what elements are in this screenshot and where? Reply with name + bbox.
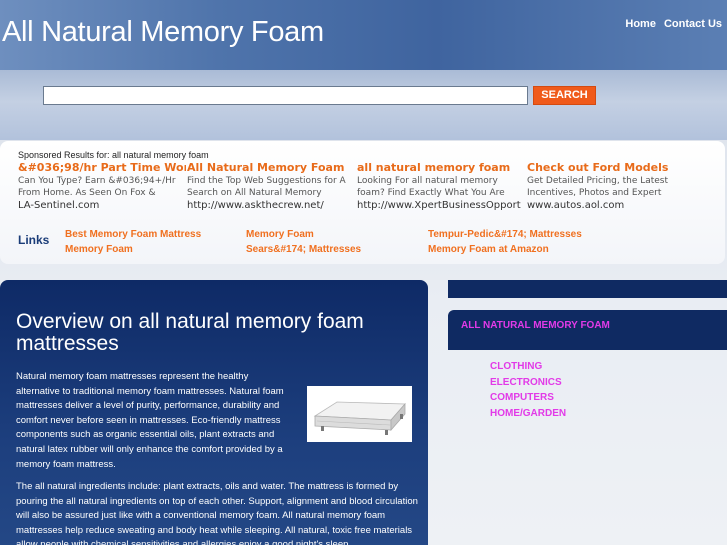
nav-contact-link[interactable]: Contact Us bbox=[664, 18, 722, 30]
sidebar-box-title[interactable]: ALL NATURAL MEMORY FOAM bbox=[461, 320, 610, 331]
article-paragraph: The all natural ingredients include: pla… bbox=[16, 481, 418, 545]
ad-url[interactable]: http://www.XpertBusinessOpport bbox=[357, 199, 525, 213]
sidebar-box: ALL NATURAL MEMORY FOAM bbox=[448, 310, 727, 350]
ad-title[interactable]: Check out Ford Models bbox=[527, 161, 717, 175]
category-list: CLOTHING ELECTRONICS COMPUTERS HOME/GARD… bbox=[490, 359, 566, 421]
article-paragraph: Natural memory foam mattresses represent… bbox=[16, 371, 284, 470]
mattress-icon bbox=[313, 401, 406, 435]
ad-title[interactable]: &#036;98/hr Part Time Work bbox=[18, 161, 186, 175]
nav-home-link[interactable]: Home bbox=[625, 18, 656, 30]
ad-url[interactable]: http://www.askthecrew.net/ bbox=[187, 199, 355, 213]
related-link[interactable]: Sears&#174; Mattresses bbox=[246, 244, 361, 255]
category-item[interactable]: COMPUTERS bbox=[490, 390, 566, 406]
mattress-image bbox=[307, 386, 412, 442]
related-link[interactable]: Memory Foam bbox=[65, 244, 133, 255]
sponsored-label: Sponsored Results for: all natural memor… bbox=[18, 150, 209, 160]
ad-url[interactable]: LA-Sentinel.com bbox=[18, 199, 186, 213]
related-link[interactable]: Memory Foam at Amazon bbox=[428, 244, 549, 255]
related-link[interactable]: Best Memory Foam Mattress bbox=[65, 229, 201, 240]
ad-block[interactable]: &#036;98/hr Part Time Work Can You Type?… bbox=[18, 161, 186, 213]
category-item[interactable]: ELECTRONICS bbox=[490, 375, 566, 391]
top-nav: Home Contact Us bbox=[625, 18, 722, 30]
ad-title[interactable]: All Natural Memory Foam bbox=[187, 161, 355, 175]
related-link[interactable]: Memory Foam bbox=[246, 229, 314, 240]
article-title: Overview on all natural memory foam matt… bbox=[16, 310, 364, 355]
search-band: SEARCH bbox=[0, 70, 727, 140]
article-panel: Overview on all natural memory foam matt… bbox=[0, 280, 428, 545]
category-item[interactable]: CLOTHING bbox=[490, 359, 566, 375]
site-header: All Natural Memory Foam Home Contact Us bbox=[0, 0, 727, 70]
links-label: Links bbox=[18, 233, 50, 247]
search-input[interactable] bbox=[43, 86, 528, 105]
ad-description: Find the Top Web Suggestions for A Searc… bbox=[187, 176, 346, 198]
sidebar-top-bar bbox=[448, 280, 727, 298]
ad-description: Get Detailed Pricing, the Latest Incenti… bbox=[527, 176, 669, 198]
ad-block[interactable]: Check out Ford Models Get Detailed Prici… bbox=[527, 161, 717, 213]
sponsored-results-panel: Sponsored Results for: all natural memor… bbox=[0, 141, 725, 264]
ad-block[interactable]: all natural memory foam Looking For all … bbox=[357, 161, 525, 213]
ad-description: Can You Type? Earn &#036;94+/Hr From Hom… bbox=[18, 176, 176, 198]
site-title[interactable]: All Natural Memory Foam bbox=[2, 16, 324, 49]
ad-description: Looking For all natural memory foam? Fin… bbox=[357, 176, 505, 198]
search-button[interactable]: SEARCH bbox=[533, 86, 596, 105]
related-link[interactable]: Tempur-Pedic&#174; Mattresses bbox=[428, 229, 582, 240]
category-item[interactable]: HOME/GARDEN bbox=[490, 406, 566, 422]
ad-title[interactable]: all natural memory foam bbox=[357, 161, 525, 175]
ad-url[interactable]: www.autos.aol.com bbox=[527, 199, 717, 213]
ad-block[interactable]: All Natural Memory Foam Find the Top Web… bbox=[187, 161, 355, 213]
